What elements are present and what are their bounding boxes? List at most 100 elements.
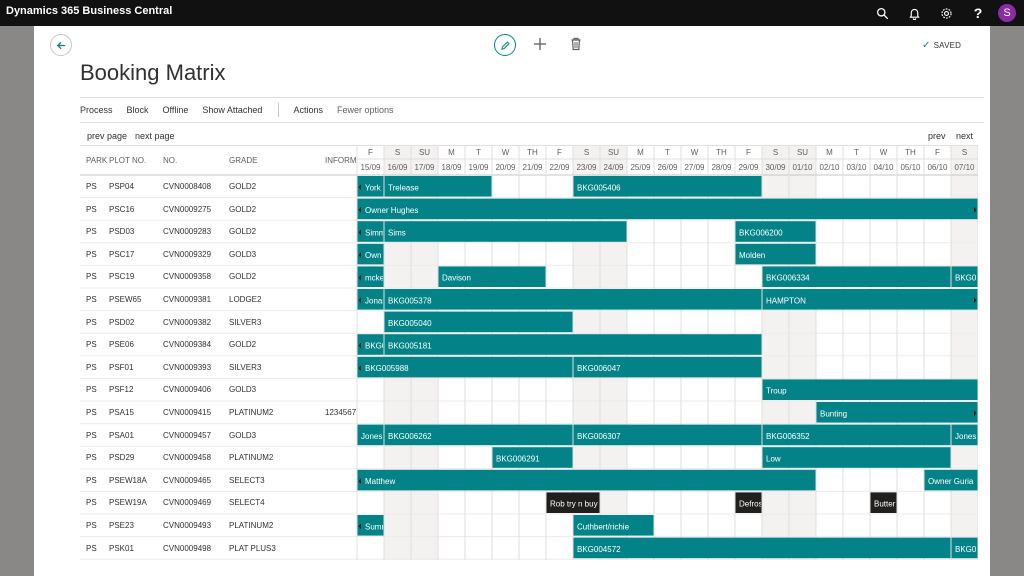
day-of-week-label: T <box>854 148 859 157</box>
grade-cell: PLAT PLUS3 <box>229 543 276 553</box>
booking-bar[interactable] <box>384 221 627 242</box>
booking-label: York <box>365 183 382 192</box>
booking-bar[interactable] <box>573 537 951 559</box>
date-label: 21/09 <box>522 163 543 172</box>
no-cell[interactable]: CVN0008408 <box>163 182 211 191</box>
no-cell[interactable]: CVN0009384 <box>163 340 211 349</box>
plot-cell: PSD29 <box>109 453 135 463</box>
no-cell[interactable]: CVN0009382 <box>163 318 211 327</box>
park-column-header[interactable]: PARK <box>86 156 107 165</box>
next-link[interactable]: next <box>956 131 973 141</box>
date-label: 18/09 <box>441 163 462 172</box>
booking-label: BKG006262 <box>388 432 432 441</box>
date-label: 03/10 <box>846 163 867 172</box>
grade-cell: GOLD2 <box>229 182 257 191</box>
plus-icon[interactable] <box>531 35 549 53</box>
date-label: 06/10 <box>927 163 948 172</box>
date-label: 26/09 <box>657 163 678 172</box>
date-label: 23/09 <box>576 163 597 172</box>
gear-icon[interactable] <box>930 0 962 26</box>
pencil-icon <box>500 40 510 50</box>
booking-label: BKG006200 <box>739 229 783 238</box>
plot-cell: PSK01 <box>109 543 134 553</box>
no-cell[interactable]: CVN0009381 <box>163 295 211 304</box>
fewer-options-link[interactable]: Fewer options <box>337 105 394 115</box>
grade-cell: GOLD3 <box>229 430 257 440</box>
prev-link[interactable]: prev <box>928 131 946 141</box>
date-label: 20/09 <box>495 163 516 172</box>
booking-label: Low <box>766 455 781 464</box>
arrow-left-icon <box>56 41 65 49</box>
date-label: 07/10 <box>954 163 975 172</box>
app-title[interactable]: Dynamics 365 Business Central <box>6 5 172 17</box>
actions-menu[interactable]: Actions <box>293 105 323 115</box>
booking-label: BKG005378 <box>388 296 432 305</box>
grade-cell: LODGE2 <box>229 295 262 304</box>
date-label: 27/09 <box>684 163 705 172</box>
date-label: 16/09 <box>387 163 408 172</box>
no-cell[interactable]: CVN0009469 <box>163 498 211 507</box>
plot-cell: PSA15 <box>109 408 134 417</box>
date-label: 25/09 <box>630 163 651 172</box>
grade-cell: SILVER3 <box>229 362 262 372</box>
day-of-week-label: S <box>961 148 968 157</box>
no-cell[interactable]: CVN0009493 <box>163 521 211 530</box>
bell-icon[interactable] <box>898 0 930 26</box>
date-label: 05/10 <box>900 163 921 172</box>
saved-label: SAVED <box>933 41 962 50</box>
trash-icon[interactable] <box>567 35 585 53</box>
show-attached-action[interactable]: Show Attached <box>202 105 262 115</box>
booking-label: BKG006291 <box>496 455 540 464</box>
no-cell[interactable]: CVN0009393 <box>163 363 211 372</box>
grade-cell: GOLD2 <box>229 204 257 214</box>
inform-column-header[interactable]: INFORM <box>325 156 357 165</box>
prev-page-link[interactable]: prev page <box>87 131 127 141</box>
back-button[interactable] <box>50 34 72 56</box>
booking-bar[interactable] <box>384 289 762 310</box>
next-page-link[interactable]: next page <box>135 131 175 141</box>
no-cell[interactable]: CVN0009465 <box>163 476 211 485</box>
plot-cell: PSEW19A <box>109 498 147 508</box>
park-cell: PS <box>86 340 97 350</box>
no-cell[interactable]: CVN0009358 <box>163 272 211 281</box>
no-column-header[interactable]: NO. <box>163 156 177 165</box>
date-label: 22/09 <box>549 163 570 172</box>
no-cell[interactable]: CVN0009498 <box>163 544 211 553</box>
booking-label: BKG006334 <box>766 274 810 283</box>
no-cell[interactable]: CVN0009275 <box>163 205 211 214</box>
booking-label: Jones <box>955 432 976 441</box>
booking-bar[interactable] <box>762 447 951 468</box>
offline-action[interactable]: Offline <box>163 105 189 115</box>
booking-label: BKG0 <box>955 274 977 283</box>
no-cell[interactable]: CVN0009329 <box>163 250 211 259</box>
booking-bar[interactable] <box>357 198 978 220</box>
block-action[interactable]: Block <box>127 105 149 115</box>
no-cell[interactable]: CVN0009415 <box>163 408 211 417</box>
process-action[interactable]: Process <box>80 105 113 115</box>
no-cell[interactable]: CVN0009457 <box>163 431 211 440</box>
no-cell[interactable]: CVN0009406 <box>163 385 211 394</box>
page-card: ✓ SAVED Booking Matrix Process Block Offl… <box>34 26 990 576</box>
booking-bar[interactable] <box>762 379 978 400</box>
saved-status: ✓ SAVED <box>922 40 961 51</box>
plot-column-header[interactable]: PLOT NO. <box>109 156 146 165</box>
date-label: 28/09 <box>711 163 732 172</box>
search-icon[interactable] <box>866 0 898 26</box>
no-cell[interactable]: CVN0009458 <box>163 453 211 462</box>
avatar[interactable]: S <box>998 4 1016 22</box>
day-of-week-label: S <box>583 148 590 157</box>
plot-cell: PSC19 <box>109 272 135 282</box>
booking-bar[interactable] <box>357 469 816 491</box>
edit-button[interactable] <box>494 34 516 56</box>
booking-label: BKG0 <box>955 545 977 554</box>
booking-label: Simm <box>365 229 386 238</box>
park-cell: PS <box>86 408 97 417</box>
no-cell[interactable]: CVN0009283 <box>163 227 211 236</box>
grade-cell: PLATINUM2 <box>229 521 274 530</box>
grade-column-header[interactable]: GRADE <box>229 156 257 165</box>
booking-bar[interactable] <box>384 334 762 355</box>
help-icon[interactable]: ? <box>962 0 994 26</box>
plot-cell: PSC16 <box>109 204 135 214</box>
day-of-week-label: F <box>557 148 562 157</box>
checkmark-icon: ✓ <box>922 40 931 51</box>
